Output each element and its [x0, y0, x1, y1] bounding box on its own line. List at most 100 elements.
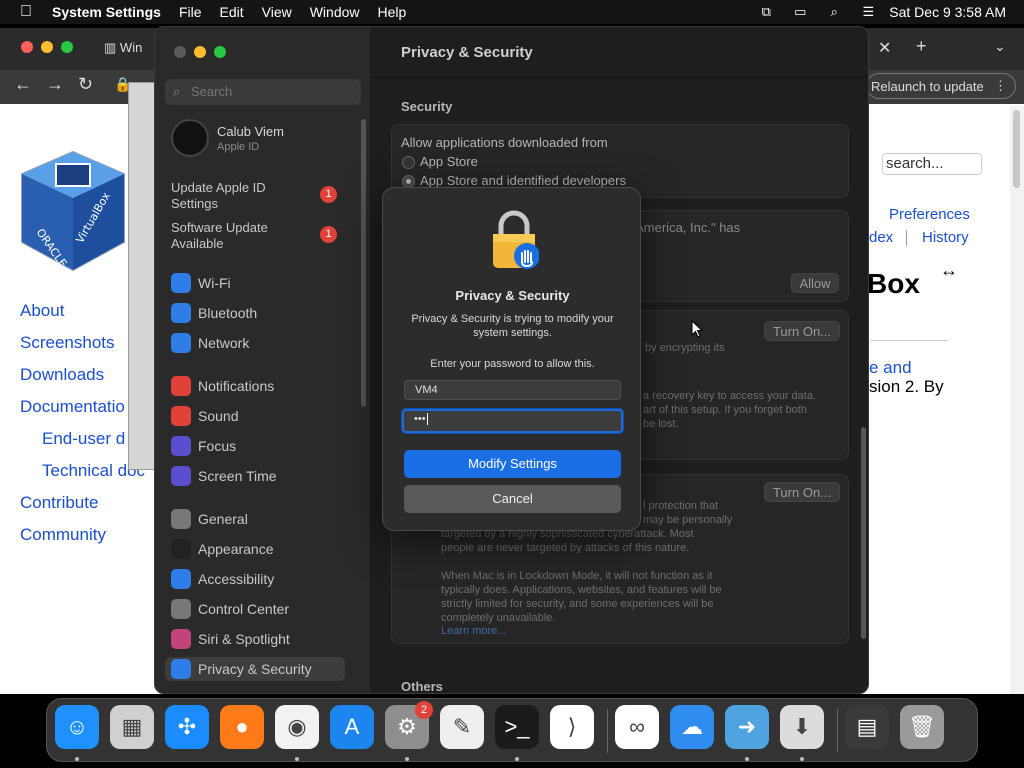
- preferences-link[interactable]: Preferences: [889, 206, 970, 223]
- sidebar-item-control-center[interactable]: Control Center: [171, 597, 351, 621]
- sidebar-item-screen-time[interactable]: Screen Time: [171, 464, 351, 488]
- history-link[interactable]: History: [922, 229, 969, 246]
- menu-window[interactable]: Window: [301, 4, 369, 20]
- nav-end-user-docs[interactable]: End-user d: [42, 429, 125, 449]
- sidebar-item-label: Privacy & Security: [198, 661, 312, 677]
- icloud-icon[interactable]: ☁: [670, 705, 714, 749]
- firefox-icon[interactable]: ●: [220, 705, 264, 749]
- tab-list-icon[interactable]: ⌄: [994, 38, 1006, 55]
- relaunch-button[interactable]: Relaunch to update ⋮: [866, 73, 1016, 99]
- settings-zoom-button[interactable]: [214, 46, 226, 58]
- sidebar-item-wi-fi[interactable]: Wi-Fi: [171, 271, 351, 295]
- lockdown-turn-on-button[interactable]: Turn On...: [764, 482, 840, 502]
- running-indicator: [295, 757, 299, 761]
- option-app-store[interactable]: App Store: [420, 154, 478, 169]
- sidebar-item-focus[interactable]: Focus: [171, 434, 351, 458]
- tab-close-icon[interactable]: ✕: [878, 38, 891, 58]
- back-icon[interactable]: ←: [14, 74, 32, 95]
- allow-button[interactable]: Allow: [791, 273, 839, 293]
- sidebar-item-software-update[interactable]: Software Update Available: [171, 220, 268, 252]
- user-name[interactable]: Calub Viem: [217, 124, 284, 139]
- browser-zoom-button[interactable]: [61, 41, 73, 53]
- browser-close-button[interactable]: [21, 41, 33, 53]
- auth-dialog: Privacy & Security Privacy & Security is…: [382, 187, 641, 531]
- sidebar-item-network[interactable]: Network: [171, 331, 351, 355]
- sidebar-item-general[interactable]: General: [171, 507, 351, 531]
- settings-minimize-button[interactable]: [194, 46, 206, 58]
- sidebar-item-accessibility[interactable]: Accessibility: [171, 567, 351, 591]
- page-scrollbar[interactable]: [1010, 106, 1024, 694]
- sidebar-item-sound[interactable]: Sound: [171, 404, 351, 428]
- terminal-icon[interactable]: >_: [495, 705, 539, 749]
- filevault-text: by encrypting its: [645, 342, 725, 354]
- browser-minimize-button[interactable]: [41, 41, 53, 53]
- avatar[interactable]: [171, 119, 209, 157]
- wifi-icon: [171, 273, 191, 293]
- sidebar-scrollbar[interactable]: [361, 119, 366, 407]
- forward-icon[interactable]: →: [46, 74, 64, 95]
- modify-settings-button[interactable]: Modify Settings: [404, 450, 621, 478]
- sidebar-item-label: Sound: [198, 408, 239, 424]
- chrome-icon[interactable]: ◉: [275, 705, 319, 749]
- control-center-icon[interactable]: ☰: [851, 4, 885, 20]
- screen-mirroring-icon[interactable]: ⧉: [749, 4, 783, 20]
- running-indicator: [800, 757, 804, 761]
- downloads-icon[interactable]: ▤: [845, 705, 889, 749]
- running-indicator: [745, 757, 749, 761]
- sidebar-item-bluetooth[interactable]: Bluetooth: [171, 301, 351, 325]
- visual-studio-icon[interactable]: ∞: [615, 705, 659, 749]
- search-icon[interactable]: ⌕: [817, 4, 851, 20]
- menu-edit[interactable]: Edit: [211, 4, 253, 20]
- launchpad-icon[interactable]: ▦: [110, 705, 154, 749]
- site-search-input[interactable]: search...: [882, 153, 982, 175]
- sidebar-item-label: Network: [198, 335, 250, 351]
- nav-downloads[interactable]: Downloads: [20, 365, 104, 385]
- reload-icon[interactable]: ↻: [78, 74, 93, 95]
- app-store-icon[interactable]: A: [330, 705, 374, 749]
- nav-community[interactable]: Community: [20, 525, 106, 545]
- sidebar-item-update-apple-id[interactable]: Update Apple ID Settings: [171, 180, 266, 212]
- textedit-icon[interactable]: ✎: [440, 705, 484, 749]
- body-link[interactable]: e and: [869, 358, 912, 378]
- nav-documentation[interactable]: Documentatio: [20, 397, 125, 417]
- menu-app-name[interactable]: System Settings: [52, 4, 170, 20]
- radio-app-store[interactable]: [402, 156, 415, 169]
- sidebar-item-label: Bluetooth: [198, 305, 258, 321]
- window-icon[interactable]: ▭: [783, 4, 817, 20]
- lockdown-para-3: strictly limited for security, and some …: [441, 598, 714, 610]
- sidebar-search-input[interactable]: ⌕ Search: [165, 79, 361, 105]
- sidebar-item-siri-spotlight[interactable]: Siri & Spotlight: [171, 627, 351, 651]
- option-identified-devs[interactable]: App Store and identified developers: [420, 173, 626, 188]
- index-link[interactable]: dex: [869, 229, 893, 246]
- menu-clock[interactable]: Sat Dec 9 3:58 AM: [885, 4, 1024, 20]
- apple-menu-icon[interactable]: : [0, 3, 52, 21]
- vscode-icon[interactable]: ⟩: [550, 705, 594, 749]
- installer-icon[interactable]: ⬇: [780, 705, 824, 749]
- sidebar-item-notifications[interactable]: Notifications: [171, 374, 351, 398]
- nav-about[interactable]: About: [20, 301, 64, 321]
- finder-icon[interactable]: ☺: [55, 705, 99, 749]
- menu-help[interactable]: Help: [369, 4, 416, 20]
- browser-tab[interactable]: ▥ Win: [104, 40, 142, 56]
- content-scrollbar[interactable]: [861, 427, 866, 639]
- cancel-button[interactable]: Cancel: [404, 485, 621, 513]
- settings-close-button[interactable]: [174, 46, 186, 58]
- trash-icon[interactable]: 🗑: [900, 705, 944, 749]
- learn-more-link[interactable]: Learn more...: [441, 625, 506, 637]
- safari-icon[interactable]: ✣: [165, 705, 209, 749]
- password-field[interactable]: •••: [402, 409, 623, 433]
- new-tab-icon[interactable]: +: [916, 36, 927, 57]
- username-field[interactable]: VM4: [404, 380, 621, 400]
- more-icon[interactable]: ⋮: [994, 78, 1007, 94]
- sidebar-item-privacy-security[interactable]: Privacy & Security: [165, 657, 345, 681]
- nav-screenshots[interactable]: Screenshots: [20, 333, 115, 353]
- filevault-turn-on-button[interactable]: Turn On...: [764, 321, 840, 341]
- page-scroll-thumb[interactable]: [1013, 110, 1020, 188]
- menu-view[interactable]: View: [253, 4, 301, 20]
- nav-contribute[interactable]: Contribute: [20, 493, 98, 513]
- sidebar-item-label: Focus: [198, 438, 237, 454]
- migration-icon[interactable]: ➜: [725, 705, 769, 749]
- sidebar-item-label: Wi-Fi: [198, 275, 231, 291]
- menu-file[interactable]: File: [170, 4, 211, 20]
- sidebar-item-appearance[interactable]: Appearance: [171, 537, 351, 561]
